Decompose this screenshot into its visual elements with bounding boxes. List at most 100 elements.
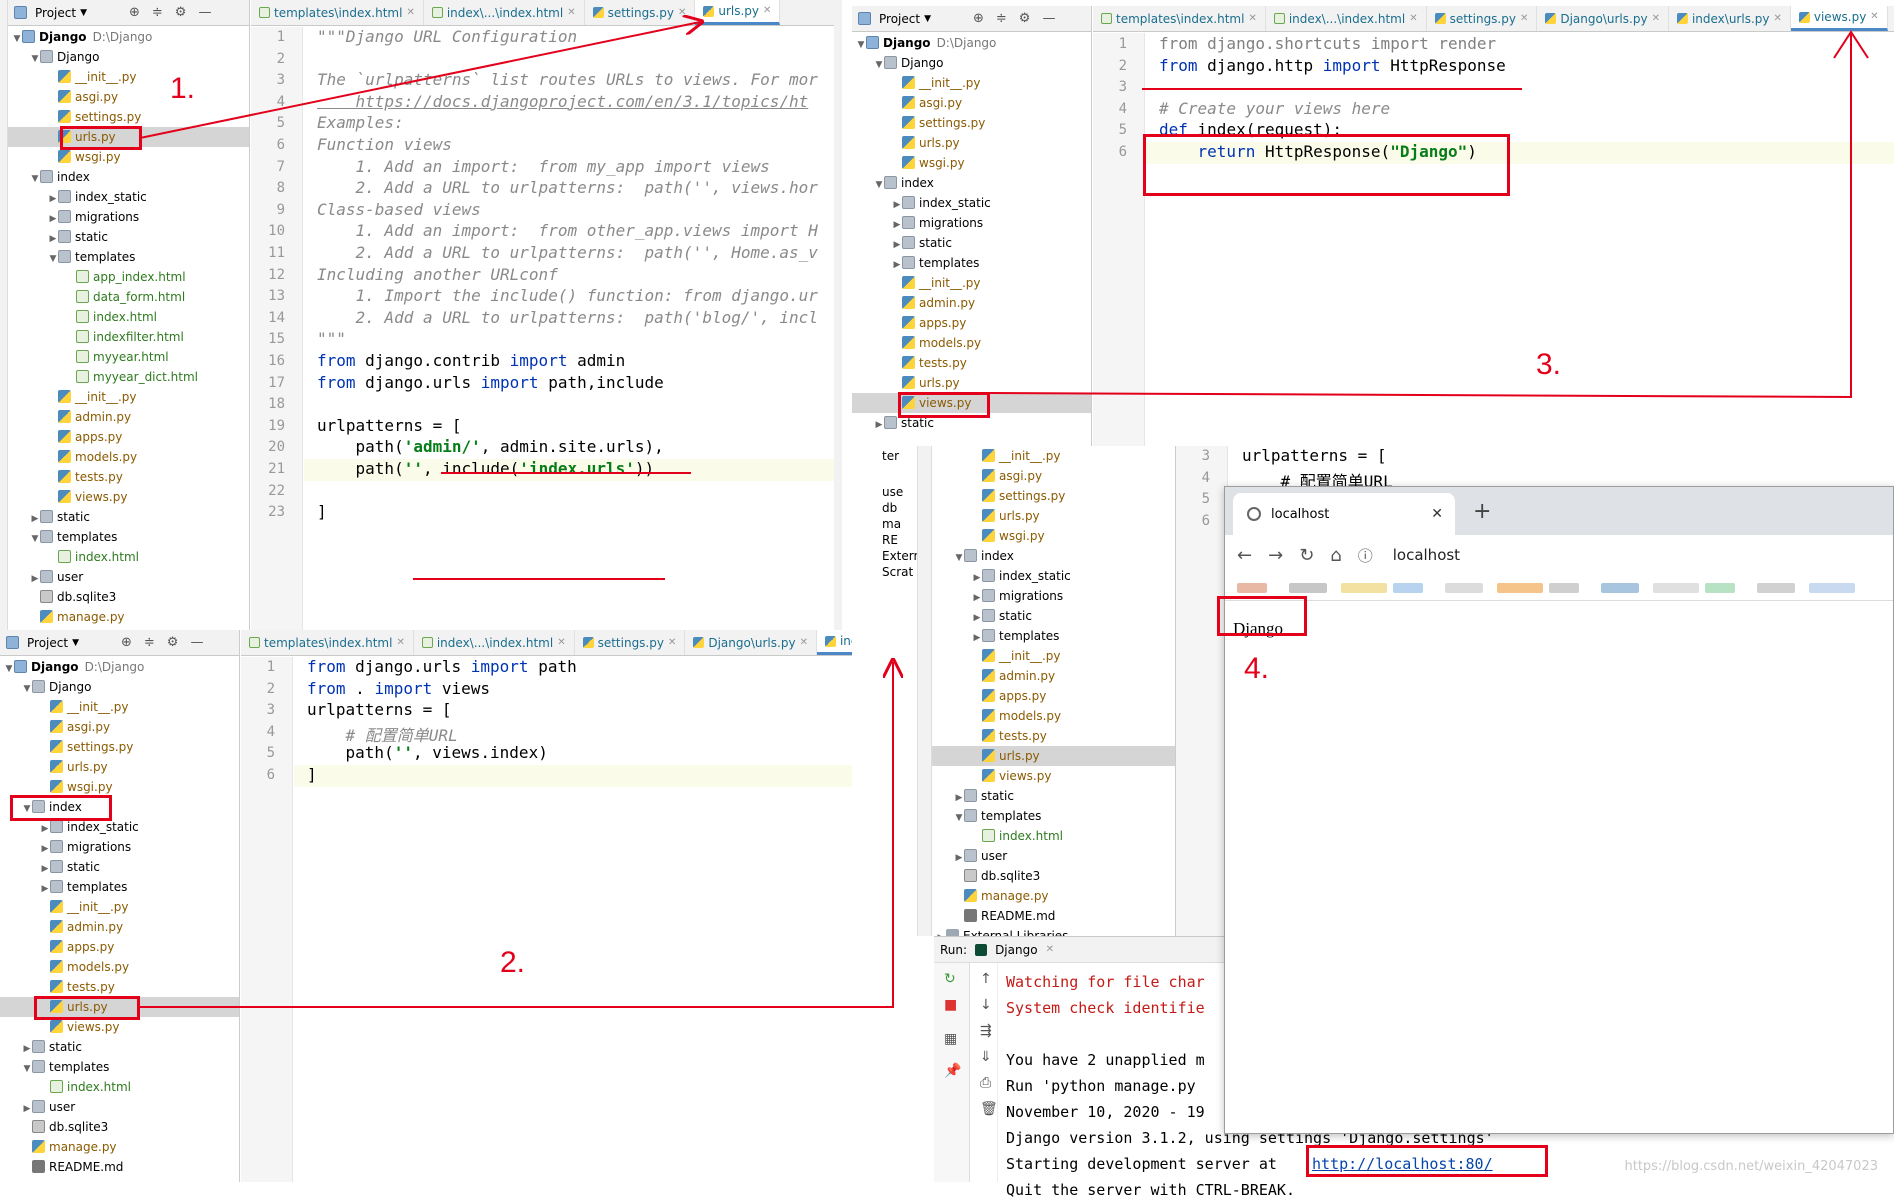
stop-icon[interactable]: ■: [944, 997, 957, 1013]
chevron-right-icon[interactable]: ▶: [936, 928, 946, 936]
tree-item[interactable]: admin.py: [0, 917, 239, 937]
chevron-right-icon[interactable]: ▶: [972, 588, 982, 608]
locate-icon[interactable]: ⊕: [973, 11, 984, 26]
tree-item[interactable]: app_index.html: [8, 267, 249, 287]
tree-item[interactable]: views.py: [0, 1017, 239, 1037]
chevron-down-icon[interactable]: ▼: [72, 638, 79, 648]
chevron-right-icon[interactable]: ▶: [40, 819, 50, 839]
tree-item[interactable]: myyear.html: [8, 347, 249, 367]
tree-item[interactable]: ▶External Libraries: [932, 926, 1175, 936]
layout-icon[interactable]: ▦: [944, 1031, 957, 1047]
tree-item[interactable]: apps.py: [0, 937, 239, 957]
chevron-right-icon[interactable]: ▶: [892, 195, 902, 215]
address-bar[interactable]: localhost: [1393, 546, 1460, 564]
tree-item[interactable]: ▶templates: [932, 626, 1175, 646]
tree-item[interactable]: ▼index: [8, 167, 249, 187]
close-icon[interactable]: ✕: [406, 0, 414, 26]
close-icon[interactable]: ✕: [763, 0, 771, 24]
tree-item[interactable]: manage.py: [0, 1137, 239, 1157]
bookmark-item[interactable]: [1705, 583, 1735, 593]
close-icon[interactable]: ✕: [678, 0, 686, 26]
chevron-down-icon[interactable]: ▼: [22, 1059, 32, 1079]
chevron-down-icon[interactable]: ▼: [30, 529, 40, 549]
minimize-icon[interactable]: —: [1042, 11, 1055, 26]
server-url-link[interactable]: http://localhost:80/: [1312, 1155, 1493, 1173]
chevron-right-icon[interactable]: ▶: [954, 848, 964, 868]
bookmark-item[interactable]: [1809, 583, 1855, 593]
collapse-icon[interactable]: ≑: [144, 635, 155, 650]
chevron-right-icon[interactable]: ▶: [30, 509, 40, 529]
tree-item[interactable]: tests.py: [8, 467, 249, 487]
chevron-right-icon[interactable]: ▶: [972, 628, 982, 648]
tree-item[interactable]: ▶static: [8, 507, 249, 527]
tree-item[interactable]: views.py: [932, 766, 1175, 786]
tree-item[interactable]: ▶static: [852, 233, 1091, 253]
bookmark-item[interactable]: [1289, 583, 1327, 593]
close-icon[interactable]: ✕: [557, 630, 565, 656]
chevron-down-icon[interactable]: ▼: [954, 808, 964, 828]
tree-item[interactable]: models.py: [8, 447, 249, 467]
close-icon[interactable]: ✕: [396, 630, 404, 656]
chevron-down-icon[interactable]: ▼: [924, 14, 931, 24]
editor-tab[interactable]: templates\index.html✕: [1093, 6, 1266, 31]
close-icon[interactable]: ✕: [1520, 6, 1528, 32]
project-label[interactable]: Project: [27, 636, 68, 650]
tree-item[interactable]: ▶index_static: [852, 193, 1091, 213]
editor-tab[interactable]: index\...\index.html✕: [424, 0, 585, 25]
tree-item[interactable]: asgi.py: [852, 93, 1091, 113]
tree-item[interactable]: ▶migrations: [8, 207, 249, 227]
project-label[interactable]: Project: [35, 6, 76, 20]
minimize-icon[interactable]: —: [198, 5, 211, 20]
tree-item[interactable]: urls.py: [0, 997, 239, 1017]
chevron-down-icon[interactable]: ▼: [22, 799, 32, 819]
reload-icon[interactable]: ↻: [1299, 545, 1314, 566]
chevron-down-icon[interactable]: ▼: [954, 548, 964, 568]
chevron-right-icon[interactable]: ▶: [48, 209, 58, 229]
close-icon[interactable]: ✕: [1248, 6, 1256, 32]
tree-item[interactable]: asgi.py: [0, 717, 239, 737]
tree-item[interactable]: manage.py: [932, 886, 1175, 906]
bookmark-item[interactable]: [1445, 583, 1483, 593]
collapse-icon[interactable]: ≑: [152, 5, 163, 20]
tree-item[interactable]: models.py: [852, 333, 1091, 353]
tree-item[interactable]: __init__.py: [0, 897, 239, 917]
chevron-right-icon[interactable]: ▶: [972, 568, 982, 588]
tree-item[interactable]: tests.py: [932, 726, 1175, 746]
tree-item[interactable]: ▶index_static: [0, 817, 239, 837]
tree-item[interactable]: myyear_dict.html: [8, 367, 249, 387]
tree-item[interactable]: ▶templates: [852, 253, 1091, 273]
code-editor-views[interactable]: 1from django.shortcuts import render2fro…: [1093, 33, 1894, 446]
close-icon[interactable]: ✕: [800, 630, 808, 656]
tree-item[interactable]: ▼index: [852, 173, 1091, 193]
tree-item[interactable]: wsgi.py: [852, 153, 1091, 173]
tree-item[interactable]: admin.py: [932, 666, 1175, 686]
tree-item[interactable]: apps.py: [852, 313, 1091, 333]
tree-item[interactable]: ▶migrations: [852, 213, 1091, 233]
editor-tab[interactable]: index\...\index.html✕: [1266, 6, 1427, 31]
tree-item[interactable]: ▼templates: [0, 1057, 239, 1077]
tree-item[interactable]: ▶index_static: [8, 187, 249, 207]
tree-item[interactable]: __init__.py: [852, 273, 1091, 293]
tree-item[interactable]: ▶static: [0, 857, 239, 877]
chevron-down-icon[interactable]: ▼: [22, 679, 32, 699]
tree-item[interactable]: admin.py: [852, 293, 1091, 313]
close-icon[interactable]: ✕: [1431, 506, 1443, 522]
chevron-down-icon[interactable]: ▼: [30, 169, 40, 189]
tree-item[interactable]: admin.py: [8, 407, 249, 427]
tree-item[interactable]: __init__.py: [0, 697, 239, 717]
tree-item[interactable]: apps.py: [8, 427, 249, 447]
tree-item[interactable]: ▶templates: [0, 877, 239, 897]
close-icon[interactable]: ✕: [1870, 6, 1878, 30]
tree-item[interactable]: ▼templates: [8, 247, 249, 267]
close-icon[interactable]: ✕: [1046, 944, 1054, 955]
close-icon[interactable]: ✕: [1652, 6, 1660, 32]
tree-item[interactable]: ▶static: [932, 606, 1175, 626]
code-editor-index-urls[interactable]: 1from django.urls import path2from . imp…: [241, 657, 934, 1182]
tree-item[interactable]: db.sqlite3: [932, 866, 1175, 886]
bookmark-item[interactable]: [1341, 583, 1387, 593]
tree-item[interactable]: urls.py: [852, 373, 1091, 393]
tree-item[interactable]: urls.py: [8, 127, 249, 147]
chevron-down-icon[interactable]: ▼: [856, 35, 866, 55]
rerun-icon[interactable]: ↻: [944, 971, 956, 987]
pin-icon[interactable]: 📌: [944, 1063, 961, 1079]
